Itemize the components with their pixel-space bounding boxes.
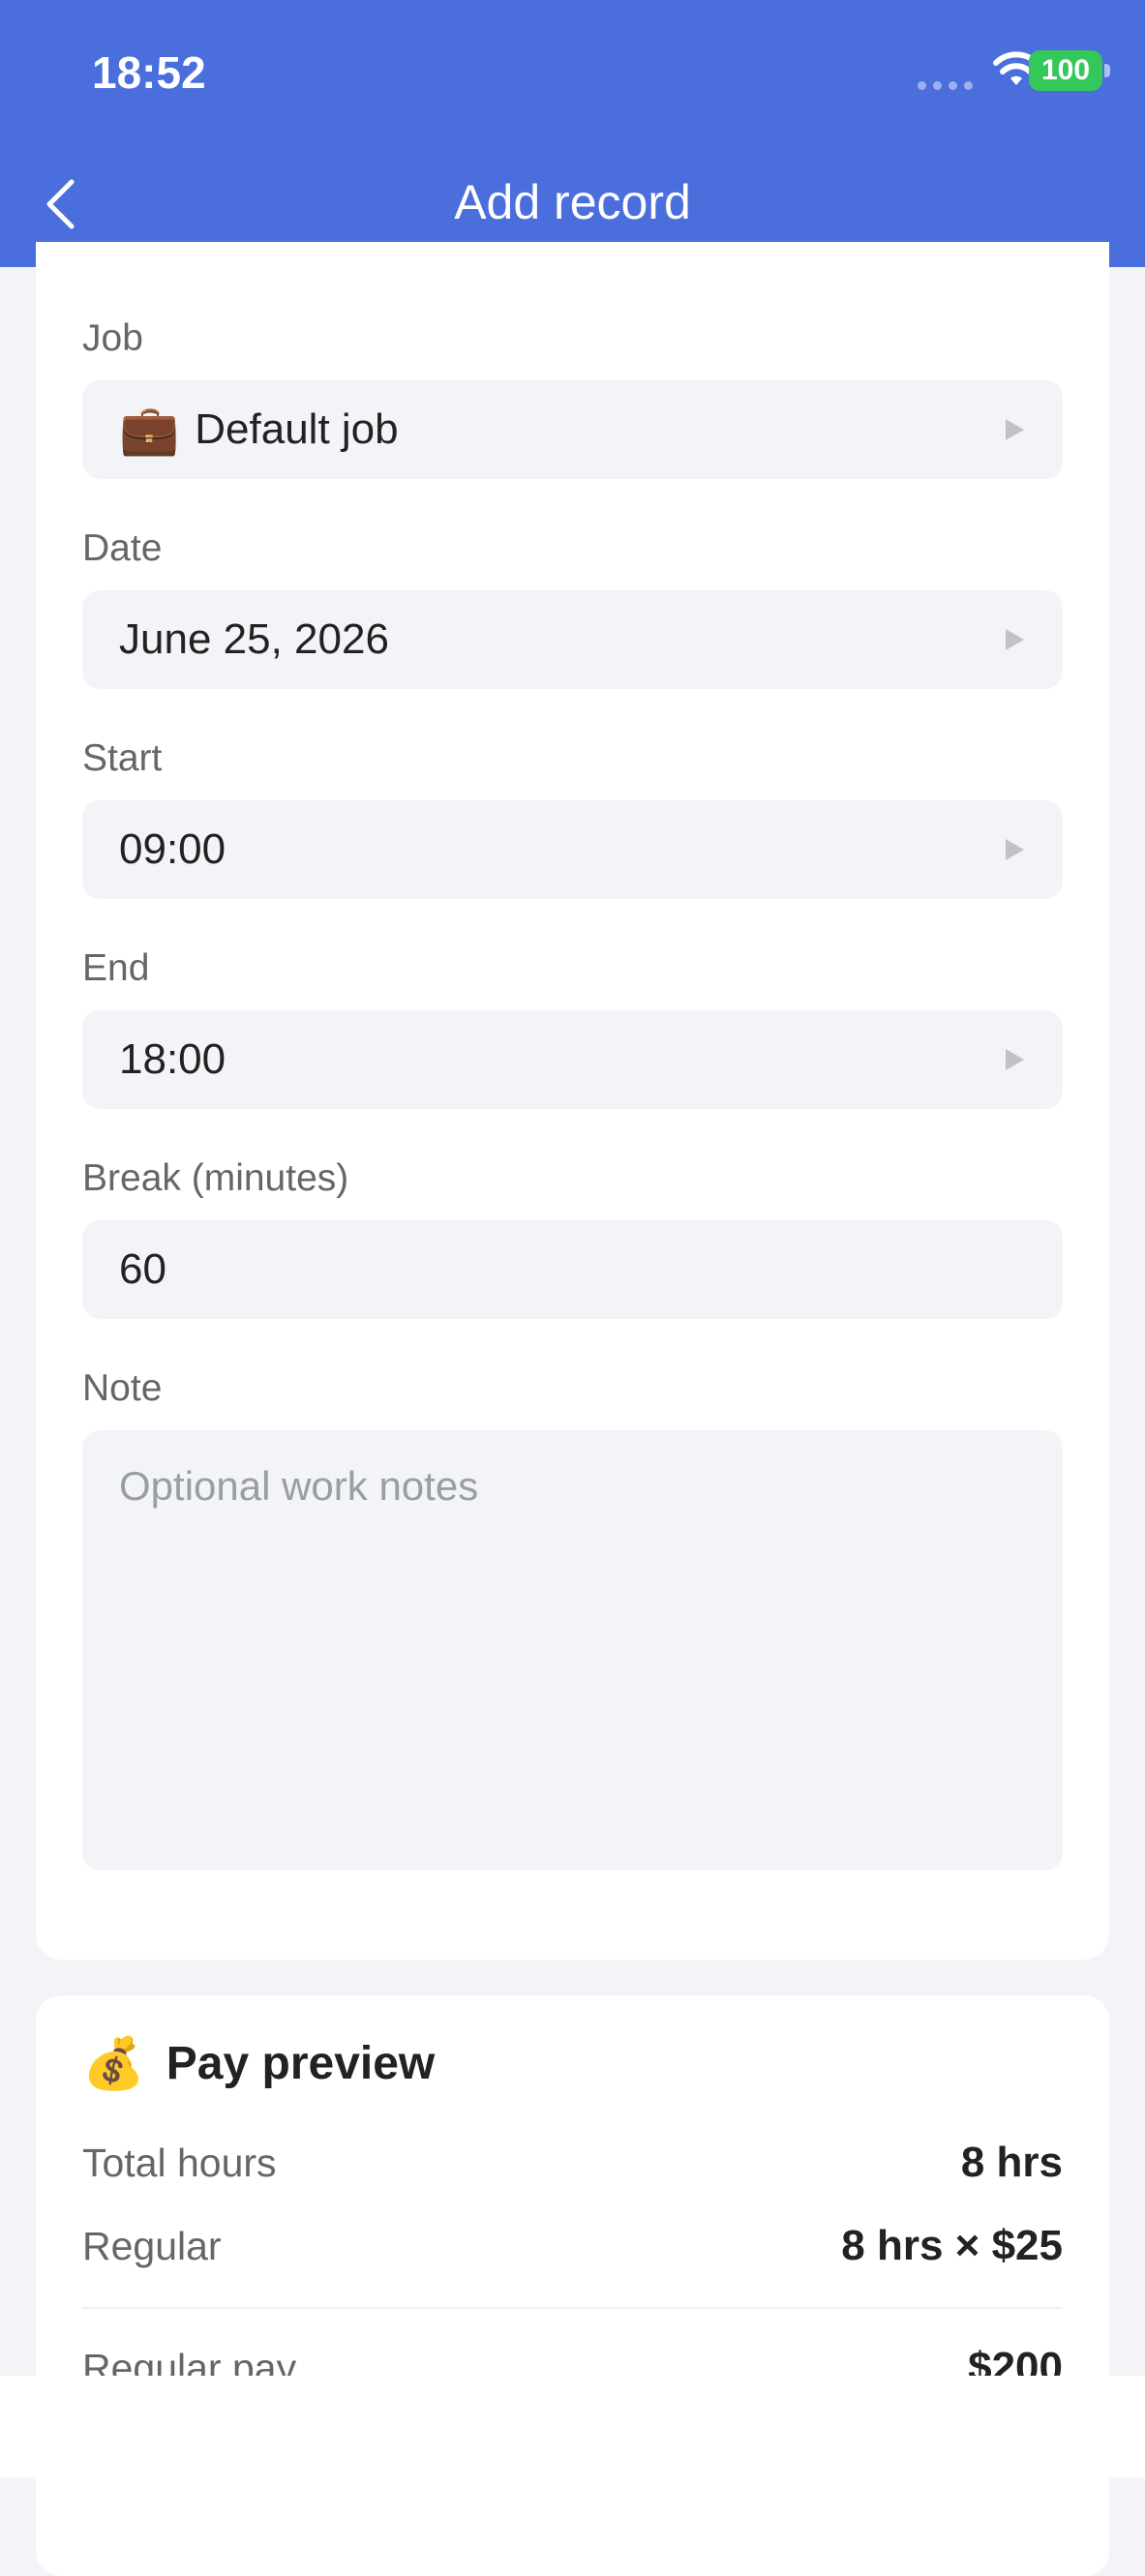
job-selector[interactable]: 💼 Default job (82, 380, 1063, 479)
break-minutes-input[interactable]: 60 (82, 1220, 1063, 1319)
start-time-picker[interactable]: 09:00 (82, 800, 1063, 899)
app-header: 18:52 100 Add record (0, 0, 1145, 267)
note-label: Note (82, 1367, 163, 1409)
pay-preview-title: 💰 Pay preview (82, 2034, 435, 2093)
pay-preview-card: 💰 Pay preview Total hours 8 hrs Regular … (36, 1995, 1109, 2576)
pay-preview-heading: Pay preview (166, 2038, 436, 2089)
break-label: Break (minutes) (82, 1157, 349, 1199)
battery-icon: 100 (1029, 50, 1102, 91)
regular-label: Regular (82, 2223, 222, 2268)
status-time: 18:52 (92, 47, 206, 98)
total-hours-value: 8 hrs (960, 2139, 1063, 2186)
page-title: Add record (454, 175, 691, 229)
note-textarea[interactable] (82, 1430, 1063, 1871)
chevron-right-icon (1006, 1049, 1024, 1070)
regular-row: Regular 8 hrs × $25 (82, 2222, 1063, 2270)
divider (82, 2307, 1063, 2309)
end-time-picker[interactable]: 18:00 (82, 1010, 1063, 1109)
battery-level: 100 (1040, 54, 1091, 86)
record-form-card: Job 💼 Default job Date June 25, 2026 Sta… (36, 242, 1109, 1960)
date-label: Date (82, 527, 163, 569)
chevron-right-icon (1006, 419, 1024, 440)
chevron-right-icon (1006, 629, 1024, 650)
end-value: 18:00 (119, 1035, 226, 1083)
battery-tip (1104, 64, 1110, 77)
break-value: 60 (119, 1245, 166, 1293)
start-value: 09:00 (119, 825, 226, 873)
job-value: Default job (195, 405, 399, 453)
date-picker[interactable]: June 25, 2026 (82, 590, 1063, 689)
chevron-right-icon (1006, 839, 1024, 860)
bottom-overlay (0, 2376, 1145, 2477)
briefcase-icon: 💼 (119, 402, 180, 457)
date-value: June 25, 2026 (119, 615, 389, 663)
total-hours-row: Total hours 8 hrs (82, 2139, 1063, 2187)
money-bag-icon: 💰 (82, 2036, 145, 2092)
end-label: End (82, 947, 150, 989)
job-label: Job (82, 317, 143, 359)
regular-value: 8 hrs × $25 (841, 2222, 1063, 2269)
cellular-signal-icon (918, 81, 973, 90)
total-hours-label: Total hours (82, 2140, 277, 2185)
start-label: Start (82, 737, 163, 779)
